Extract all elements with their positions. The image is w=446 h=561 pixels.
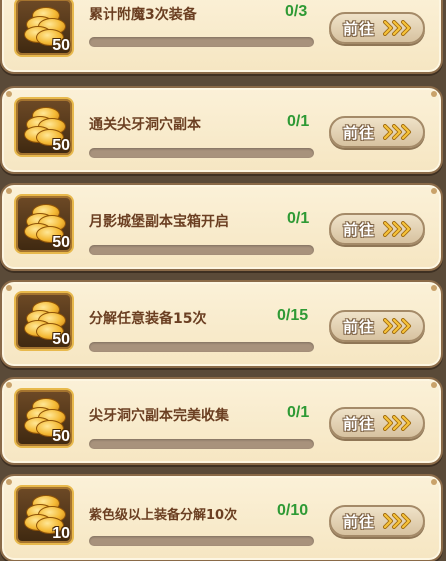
reward-quantity: 10 — [52, 525, 70, 542]
task-title: 分解任意装备15次 — [89, 311, 207, 327]
reward-slot[interactable]: 50 — [14, 97, 74, 157]
reward-slot[interactable]: 50 — [14, 194, 74, 254]
task-progress-text: 0/10 — [277, 502, 309, 519]
go-button[interactable]: 前往 — [329, 505, 425, 537]
reward-quantity: 50 — [52, 331, 70, 348]
task-title: 尖牙洞穴副本完美收集 — [89, 408, 229, 424]
go-button[interactable]: 前往 — [329, 12, 425, 44]
task-progress-text: 0/3 — [285, 3, 308, 20]
reward-slot[interactable]: 10 — [14, 485, 74, 545]
task-progress-text: 0/15 — [277, 307, 309, 324]
go-button[interactable]: 前往 — [329, 213, 425, 245]
task-card: 50 累计附魔3次装备 0/3 前往 — [0, 0, 443, 74]
task-progress-text: 0/1 — [287, 210, 310, 227]
reward-quantity: 50 — [52, 37, 70, 54]
go-button-label: 前往 — [343, 220, 376, 239]
task-progress-text: 0/1 — [287, 404, 310, 421]
task-progress-bar — [89, 439, 314, 449]
chevron-right-icon — [383, 318, 412, 334]
go-button-label: 前往 — [343, 414, 376, 433]
chevron-right-icon — [383, 415, 412, 431]
reward-quantity: 50 — [52, 428, 70, 445]
go-button[interactable]: 前往 — [329, 116, 425, 148]
chevron-right-icon — [383, 513, 412, 529]
reward-slot[interactable]: 50 — [14, 0, 74, 57]
chevron-right-icon — [383, 124, 412, 140]
task-progress-bar — [89, 342, 314, 352]
task-title: 累计附魔3次装备 — [89, 7, 197, 23]
chevron-right-icon — [383, 221, 412, 237]
task-title: 通关尖牙洞穴副本 — [89, 117, 201, 133]
go-button-label: 前往 — [343, 123, 376, 142]
go-button-label: 前往 — [343, 512, 376, 531]
task-title: 月影城堡副本宝箱开启 — [89, 214, 229, 230]
task-progress-bar — [89, 148, 314, 158]
reward-slot[interactable]: 50 — [14, 388, 74, 448]
task-card: 50 分解任意装备15次 0/15 前往 — [0, 280, 443, 368]
task-progress-bar — [89, 245, 314, 255]
go-button[interactable]: 前往 — [329, 310, 425, 342]
go-button-label: 前往 — [343, 19, 376, 38]
reward-slot[interactable]: 50 — [14, 291, 74, 351]
task-progress-text: 0/1 — [287, 113, 310, 130]
task-title: 紫色级以上装备分解10次 — [89, 508, 238, 523]
task-card: 10 紫色级以上装备分解10次 0/10 前往 — [0, 474, 443, 561]
go-button[interactable]: 前往 — [329, 407, 425, 439]
reward-quantity: 50 — [52, 234, 70, 251]
go-button-label: 前往 — [343, 317, 376, 336]
task-card: 50 月影城堡副本宝箱开启 0/1 前往 — [0, 183, 443, 271]
task-progress-bar — [89, 536, 314, 546]
reward-quantity: 50 — [52, 137, 70, 154]
task-card: 50 尖牙洞穴副本完美收集 0/1 前往 — [0, 377, 443, 465]
task-progress-bar — [89, 37, 314, 47]
task-list: 50 累计附魔3次装备 0/3 前往 50 通关尖牙洞穴副本 0/1 前往 50… — [0, 0, 446, 561]
task-card: 50 通关尖牙洞穴副本 0/1 前往 — [0, 86, 443, 174]
chevron-right-icon — [383, 20, 412, 36]
